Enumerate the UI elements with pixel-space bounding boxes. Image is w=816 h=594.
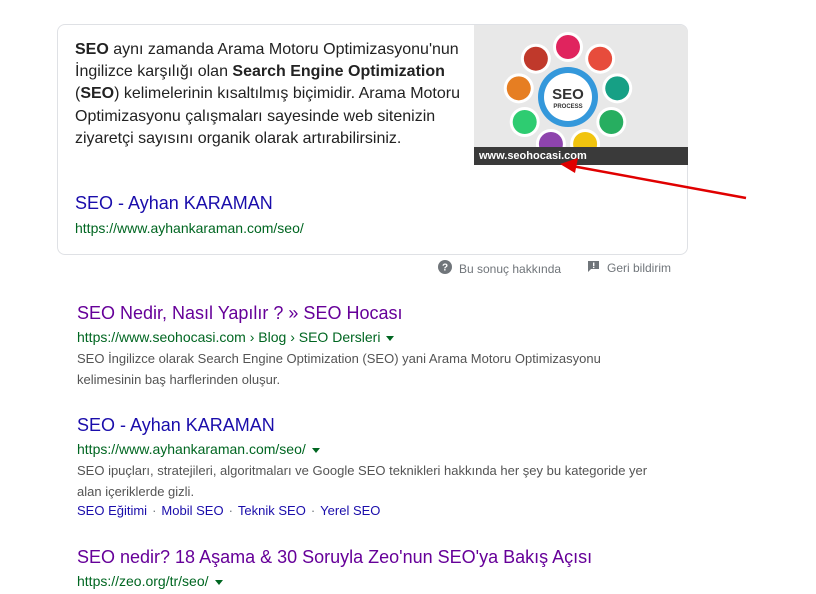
result-title[interactable]: SEO nedir? 18 Aşama & 30 Soruyla Zeo'nun… <box>77 546 592 568</box>
snippet-text-part: Search Engine Optimization <box>232 63 445 81</box>
result-title[interactable]: SEO Nedir, Nasıl Yapılır ? » SEO Hocası <box>77 302 667 324</box>
seo-process-image[interactable]: SEO PROCESS <box>474 25 688 165</box>
featured-snippet-link[interactable]: SEO - Ayhan KARAMAN <box>75 193 273 214</box>
process-node <box>588 46 613 71</box>
about-result-label: Bu sonuç hakkında <box>459 261 562 276</box>
sitelink[interactable]: Teknik SEO <box>238 503 306 518</box>
result-description: SEO İngilizce olarak Search Engine Optim… <box>77 351 601 387</box>
search-result: SEO - Ayhan KARAMAN https://www.ayhankar… <box>77 414 667 518</box>
sitelink[interactable]: SEO Eğitimi <box>77 503 147 518</box>
feedback-label: Geri bildirim <box>607 261 672 275</box>
center-title: SEO <box>552 86 584 103</box>
process-node <box>605 76 630 101</box>
sitelink[interactable]: Yerel SEO <box>320 503 380 518</box>
chevron-down-icon[interactable] <box>214 579 223 585</box>
search-result: SEO nedir? 18 Aşama & 30 Soruyla Zeo'nun… <box>77 546 592 590</box>
process-node <box>556 35 580 59</box>
chevron-down-icon[interactable] <box>386 335 395 341</box>
process-node <box>506 76 531 101</box>
process-node <box>512 110 537 134</box>
result-url-text: https://zeo.org/tr/seo/ <box>77 573 209 589</box>
image-caption: www.seohocasi.com <box>474 147 688 165</box>
sitelinks: SEO Eğitimi · Mobil SEO · Teknik SEO · Yerel S… <box>77 503 381 518</box>
result-description: SEO ipuçları, stratejileri, algoritmalar… <box>77 463 648 499</box>
result-title[interactable]: SEO - Ayhan KARAMAN <box>77 414 667 436</box>
feedback-link[interactable]: Geri bildirim <box>587 260 671 276</box>
featured-snippet-card: SEO aynı zamanda Arama Motoru Optimizasy… <box>57 24 688 255</box>
help-icon: ? <box>438 260 452 277</box>
center-subtitle: PROCESS <box>553 104 582 110</box>
snippet-text-part: SEO <box>80 85 115 103</box>
result-url: https://www.ayhankaraman.com/seo/ <box>77 440 667 458</box>
seo-process-diagram: SEOPROCESS <box>503 32 633 150</box>
feedback-icon <box>587 260 600 276</box>
snippet-text-part: SEO <box>75 41 109 58</box>
result-url: https://www.seohocasi.com › Blog › SEO D… <box>77 328 667 346</box>
sitelink[interactable]: Mobil SEO <box>161 503 223 518</box>
about-result-link[interactable]: ? Bu sonuç hakkında <box>438 260 561 277</box>
process-node <box>523 46 548 71</box>
search-result: SEO Nedir, Nasıl Yapılır ? » SEO Hocası … <box>77 302 667 390</box>
snippet-text-part: ) kelimelerinin kısaltılmış biçimidir. A… <box>75 85 460 147</box>
result-url-text: https://www.ayhankaraman.com/seo/ <box>77 441 306 457</box>
featured-snippet-url: https://www.ayhankaraman.com/seo/ <box>75 220 304 236</box>
svg-text:?: ? <box>442 263 448 274</box>
result-url-text: https://www.seohocasi.com › Blog › SEO D… <box>77 329 381 345</box>
featured-snippet-text: SEO aynı zamanda Arama Motoru Optimizasy… <box>75 39 467 150</box>
process-node <box>599 110 624 134</box>
chevron-down-icon[interactable] <box>311 447 320 453</box>
result-url: https://zeo.org/tr/seo/ <box>77 572 592 590</box>
